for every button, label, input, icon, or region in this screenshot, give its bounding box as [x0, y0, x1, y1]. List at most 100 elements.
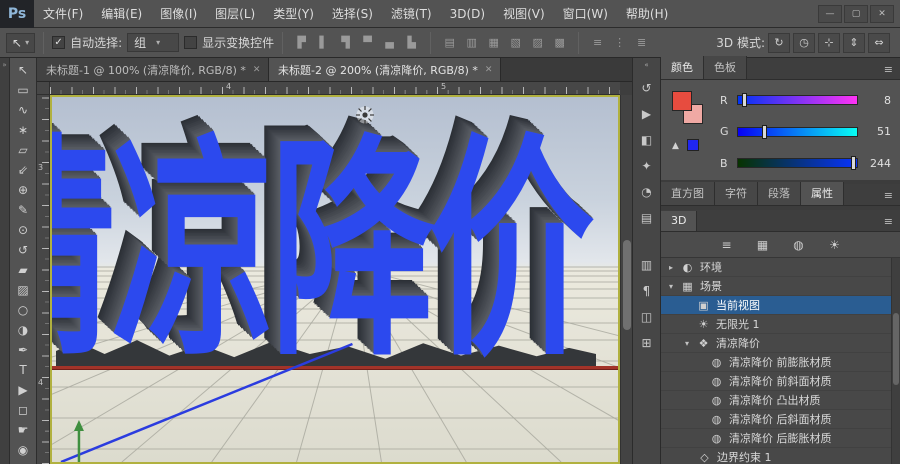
3d-zoom-camera-icon[interactable]: ⇔: [868, 33, 890, 53]
filter-materials-icon[interactable]: ◍: [789, 238, 809, 252]
canvas-vertical-scrollbar[interactable]: [620, 95, 632, 464]
tree-row-scene[interactable]: ▾ ▦ 场景: [661, 277, 900, 296]
move-tool[interactable]: ↖: [11, 60, 36, 80]
distribute-top-icon[interactable]: ▤: [439, 33, 460, 53]
tree-row-current-view[interactable]: ▣ 当前视图: [661, 296, 900, 315]
distribute-bottom-icon[interactable]: ▦: [483, 33, 504, 53]
tree-row-infinite-light[interactable]: ☀ 无限光 1: [661, 315, 900, 334]
menu-window[interactable]: 窗口(W): [554, 0, 617, 28]
menu-3d[interactable]: 3D(D): [441, 0, 494, 28]
align-left-icon[interactable]: ▛: [291, 33, 312, 53]
pen-tool[interactable]: ✒: [11, 340, 36, 360]
lasso-tool[interactable]: ∿: [11, 100, 36, 120]
path-select-tool[interactable]: ▶: [11, 380, 36, 400]
3d-axis-widget[interactable]: [52, 97, 618, 462]
slider-thumb[interactable]: [762, 125, 767, 139]
show-transform-checkbox[interactable]: [184, 36, 197, 49]
menu-type[interactable]: 类型(Y): [264, 0, 323, 28]
auto-select-checkbox[interactable]: ✓: [52, 36, 65, 49]
crop-tool[interactable]: ▱: [11, 140, 36, 160]
eraser-tool[interactable]: ▰: [11, 260, 36, 280]
menu-layer[interactable]: 图层(L): [206, 0, 264, 28]
tree-row-text-mesh[interactable]: ▾ ❖ 清凉降价: [661, 334, 900, 353]
document-tab-1[interactable]: 未标题-1 @ 100% (清凉降价, RGB/8) * ✕: [37, 58, 269, 81]
tab-properties[interactable]: 属性: [801, 182, 844, 205]
tree-row-extrusion-material[interactable]: ◍ 清凉降价 凸出材质: [661, 391, 900, 410]
menu-help[interactable]: 帮助(H): [617, 0, 677, 28]
gradient-tool[interactable]: ▨: [11, 280, 36, 300]
document-tab-2[interactable]: 未标题-2 @ 200% (清凉降价, RGB/8) * ✕: [269, 58, 501, 81]
styles-panel-icon[interactable]: ✦: [636, 156, 658, 175]
history-brush-tool[interactable]: ↺: [11, 240, 36, 260]
foreground-color-swatch[interactable]: [672, 91, 692, 111]
filter-lights-icon[interactable]: ☀: [825, 238, 845, 252]
tree-row-front-inflation-material[interactable]: ◍ 清凉降价 前膨胀材质: [661, 353, 900, 372]
eyedropper-tool[interactable]: ⇙: [11, 160, 36, 180]
tab-histogram[interactable]: 直方图: [661, 182, 715, 205]
slider-thumb[interactable]: [851, 156, 856, 170]
scrollbar-thumb[interactable]: [893, 313, 899, 385]
tree-row-back-inflation-material[interactable]: ◍ 清凉降价 后膨胀材质: [661, 429, 900, 448]
marquee-tool[interactable]: ▭: [11, 80, 36, 100]
tab-character[interactable]: 字符: [715, 182, 758, 205]
green-value[interactable]: 51: [865, 125, 891, 138]
expand-arrow-icon[interactable]: ▾: [669, 282, 680, 291]
menu-filter[interactable]: 滤镜(T): [382, 0, 441, 28]
menu-edit[interactable]: 编辑(E): [92, 0, 151, 28]
3d-slide-camera-icon[interactable]: ⇕: [843, 33, 865, 53]
layers-panel-icon[interactable]: ◫: [636, 307, 658, 326]
panel-menu-icon[interactable]: ≡: [877, 63, 900, 79]
align-center-h-icon[interactable]: ▌: [313, 33, 334, 53]
auto-select-dropdown[interactable]: 组 ▾: [127, 33, 179, 52]
shape-tool[interactable]: ◻: [11, 400, 36, 420]
red-slider[interactable]: [737, 95, 858, 105]
panel-menu-icon[interactable]: ≡: [877, 189, 900, 205]
hand-tool[interactable]: ☛: [11, 420, 36, 440]
expand-dock-icon[interactable]: «: [644, 61, 648, 71]
dock-edge[interactable]: »: [0, 58, 10, 464]
blur-tool[interactable]: ○: [11, 300, 36, 320]
light-widget-icon[interactable]: [355, 105, 375, 125]
menu-file[interactable]: 文件(F): [34, 0, 92, 28]
minimize-button[interactable]: —: [818, 5, 842, 23]
zoom-tool[interactable]: ◉: [11, 440, 36, 460]
healing-brush-tool[interactable]: ⊕: [11, 180, 36, 200]
distribute-spacing-icon[interactable]: ≣: [631, 33, 652, 53]
close-icon[interactable]: ✕: [485, 65, 493, 75]
history-panel-icon[interactable]: ↺: [636, 78, 658, 97]
navigator-panel-icon[interactable]: ▤: [636, 208, 658, 227]
panel-menu-icon[interactable]: ≡: [877, 215, 900, 231]
tab-3d[interactable]: 3D: [661, 211, 697, 231]
dodge-tool[interactable]: ◑: [11, 320, 36, 340]
quick-select-tool[interactable]: ∗: [11, 120, 36, 140]
distribute-center-v-icon[interactable]: ▥: [461, 33, 482, 53]
tree-row-boundary-constraint[interactable]: ◇ 边界约束 1: [661, 448, 900, 464]
filter-whole-scene-icon[interactable]: ≡: [717, 238, 737, 252]
distribute-spacing-icon[interactable]: ⋮: [609, 33, 630, 53]
align-bottom-icon[interactable]: ▄: [379, 33, 400, 53]
expand-arrow-icon[interactable]: ▸: [669, 263, 680, 272]
gamut-warning-icon[interactable]: ▲: [672, 141, 679, 151]
align-center-v-icon[interactable]: ▙: [401, 33, 422, 53]
blue-value[interactable]: 244: [865, 157, 891, 170]
tab-color[interactable]: 颜色: [661, 56, 704, 79]
tree-scrollbar[interactable]: [891, 258, 900, 464]
close-icon[interactable]: ✕: [253, 65, 261, 75]
tool-preset-picker[interactable]: ↖ ▾: [6, 33, 35, 53]
align-right-icon[interactable]: ▜: [335, 33, 356, 53]
tab-swatches[interactable]: 色板: [704, 56, 747, 79]
channels-panel-icon[interactable]: ⊞: [636, 333, 658, 352]
distribute-left-icon[interactable]: ▧: [505, 33, 526, 53]
menu-image[interactable]: 图像(I): [151, 0, 206, 28]
type-tool[interactable]: T: [11, 360, 36, 380]
distribute-right-icon[interactable]: ▩: [549, 33, 570, 53]
green-slider[interactable]: [737, 127, 858, 137]
clone-stamp-tool[interactable]: ⊙: [11, 220, 36, 240]
actions-panel-icon[interactable]: ▶: [636, 104, 658, 123]
close-button[interactable]: ✕: [870, 5, 894, 23]
paragraph-panel-icon[interactable]: ¶: [636, 281, 658, 300]
3d-roll-camera-icon[interactable]: ◷: [793, 33, 815, 53]
menu-select[interactable]: 选择(S): [323, 0, 382, 28]
scrollbar-thumb[interactable]: [623, 240, 631, 330]
canvas[interactable]: 清凉降价: [50, 95, 620, 464]
